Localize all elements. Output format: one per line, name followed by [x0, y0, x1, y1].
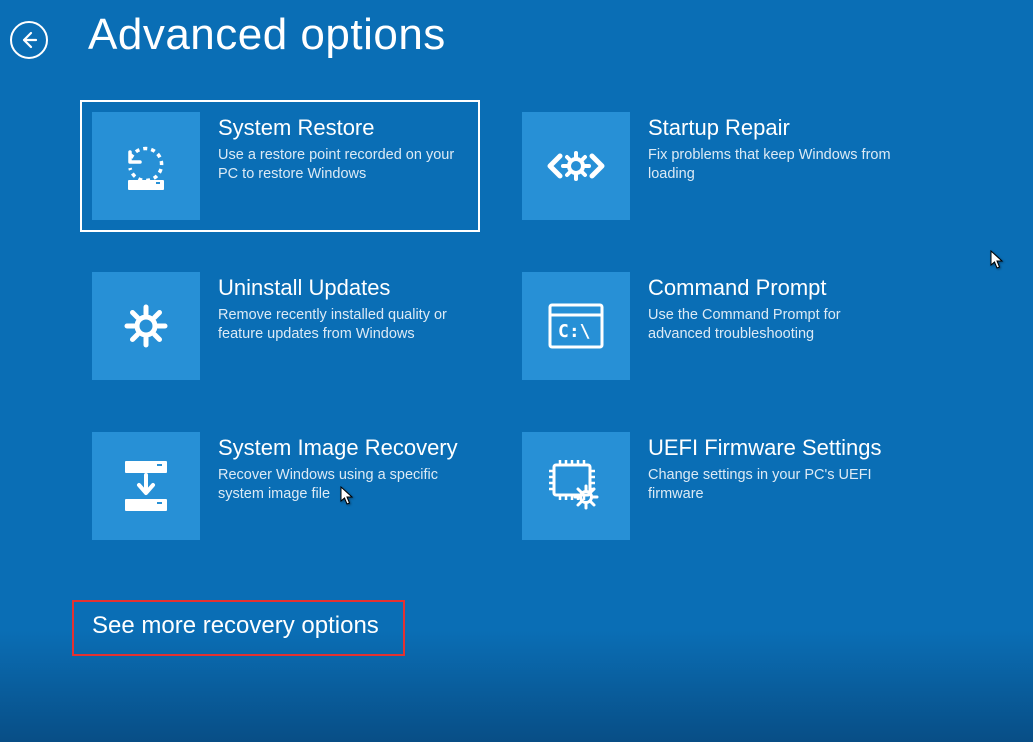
startup-repair-icon — [522, 112, 630, 220]
tile-uefi-firmware-settings[interactable]: UEFI Firmware Settings Change settings i… — [510, 420, 910, 552]
tile-title: UEFI Firmware Settings — [648, 434, 898, 462]
tile-title: Startup Repair — [648, 114, 898, 142]
tile-title: System Restore — [218, 114, 468, 142]
tile-startup-repair[interactable]: Startup Repair Fix problems that keep Wi… — [510, 100, 910, 232]
tile-desc: Change settings in your PC's UEFI firmwa… — [648, 466, 898, 505]
system-image-recovery-icon — [92, 432, 200, 540]
tile-title: Uninstall Updates — [218, 274, 468, 302]
tile-uninstall-updates[interactable]: Uninstall Updates Remove recently instal… — [80, 260, 480, 392]
tile-command-prompt[interactable]: C:\ Command Prompt Use the Command Promp… — [510, 260, 910, 392]
page-title: Advanced options — [88, 10, 446, 60]
see-more-recovery-options-highlight: See more recovery options — [72, 600, 405, 656]
tile-system-image-recovery[interactable]: System Image Recovery Recover Windows us… — [80, 420, 480, 552]
command-prompt-icon: C:\ — [522, 272, 630, 380]
arrow-left-icon — [19, 30, 39, 50]
system-restore-icon — [92, 112, 200, 220]
tile-system-restore[interactable]: System Restore Use a restore point recor… — [80, 100, 480, 232]
svg-text:C:\: C:\ — [558, 321, 591, 342]
back-button[interactable] — [10, 21, 48, 59]
tile-desc: Remove recently installed quality or fea… — [218, 306, 468, 345]
uefi-firmware-icon — [522, 432, 630, 540]
tile-title: Command Prompt — [648, 274, 898, 302]
tile-title: System Image Recovery — [218, 434, 468, 462]
tile-desc: Use the Command Prompt for advanced trou… — [648, 306, 898, 345]
uninstall-updates-icon — [92, 272, 200, 380]
see-more-recovery-options-link[interactable]: See more recovery options — [92, 612, 379, 639]
tile-desc: Fix problems that keep Windows from load… — [648, 146, 898, 185]
tile-desc: Recover Windows using a specific system … — [218, 466, 468, 505]
tile-desc: Use a restore point recorded on your PC … — [218, 146, 468, 185]
options-grid: System Restore Use a restore point recor… — [80, 100, 1033, 552]
